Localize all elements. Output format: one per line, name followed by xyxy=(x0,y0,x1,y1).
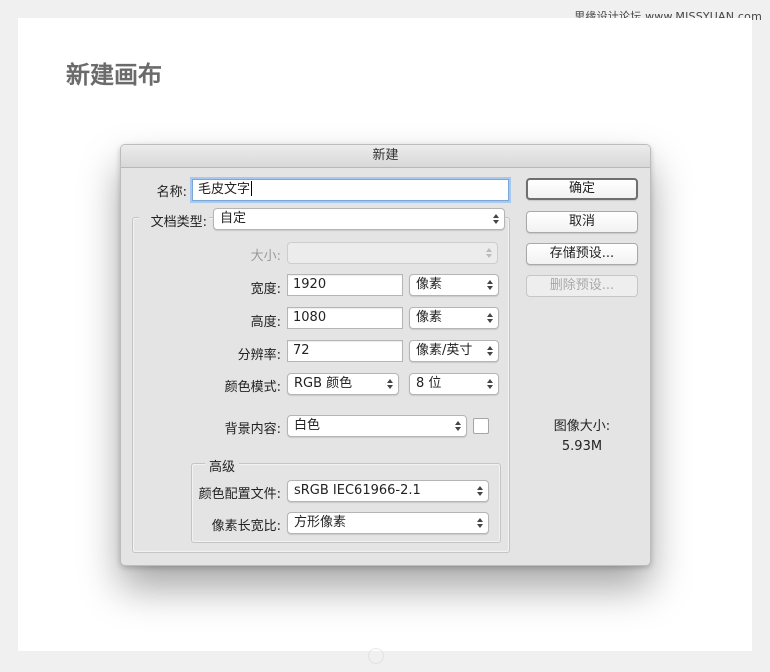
color-mode-select[interactable]: RGB 颜色 xyxy=(287,373,399,395)
background-value: 白色 xyxy=(294,418,321,433)
save-preset-button[interactable]: 存储预设... xyxy=(526,243,638,265)
size-select[interactable] xyxy=(287,242,498,264)
faint-circle-icon xyxy=(368,648,384,664)
image-size-value: 5.93M xyxy=(561,439,603,454)
name-label: 名称: xyxy=(156,185,187,200)
pixel-aspect-value: 方形像素 xyxy=(294,515,347,530)
color-mode-label: 颜色模式: xyxy=(224,380,281,395)
select-arrows-icon xyxy=(476,484,484,498)
width-unit-value: 像素 xyxy=(416,277,443,292)
color-mode-value: RGB 颜色 xyxy=(294,376,353,391)
select-arrows-icon xyxy=(492,212,500,226)
color-profile-label: 颜色配置文件: xyxy=(198,487,281,502)
height-unit-value: 像素 xyxy=(416,310,443,325)
resolution-unit-value: 像素/英寸 xyxy=(416,343,473,358)
bit-depth-value: 8 位 xyxy=(416,376,442,391)
select-arrows-icon xyxy=(386,377,394,391)
dialog-title: 新建 xyxy=(121,145,650,168)
color-profile-value: sRGB IEC61966-2.1 xyxy=(294,483,421,498)
select-arrows-icon xyxy=(486,377,494,391)
name-input[interactable]: 毛皮文字 xyxy=(192,179,509,201)
doc-type-label: 文档类型: xyxy=(139,211,209,230)
select-arrows-icon xyxy=(476,516,484,530)
pixel-aspect-label: 像素长宽比: xyxy=(211,519,281,534)
background-color-swatch[interactable] xyxy=(473,418,489,434)
select-arrows-icon xyxy=(486,311,494,325)
bit-depth-select[interactable]: 8 位 xyxy=(409,373,499,395)
ok-button[interactable]: 确定 xyxy=(526,178,638,200)
pixel-aspect-select[interactable]: 方形像素 xyxy=(287,512,489,534)
height-unit-select[interactable]: 像素 xyxy=(409,307,499,329)
select-arrows-icon xyxy=(454,419,462,433)
delete-preset-button[interactable]: 删除预设... xyxy=(526,275,638,297)
height-input[interactable]: 1080 xyxy=(287,307,403,329)
text-caret xyxy=(251,181,253,196)
image-size-label: 图像大小: xyxy=(553,419,611,434)
resolution-input[interactable]: 72 xyxy=(287,340,403,362)
select-arrows-icon xyxy=(485,246,493,260)
background-label: 背景内容: xyxy=(224,422,281,437)
name-input-value: 毛皮文字 xyxy=(198,182,251,197)
advanced-label: 高级 xyxy=(205,456,240,475)
resolution-label: 分辨率: xyxy=(237,348,281,363)
doc-type-select[interactable]: 自定 xyxy=(213,208,505,230)
width-input[interactable]: 1920 xyxy=(287,274,403,296)
width-label: 宽度: xyxy=(250,282,281,297)
size-label: 大小: xyxy=(250,249,281,264)
background-select[interactable]: 白色 xyxy=(287,415,467,437)
page-heading: 新建画布 xyxy=(66,61,162,89)
resolution-unit-select[interactable]: 像素/英寸 xyxy=(409,340,499,362)
height-label: 高度: xyxy=(250,315,281,330)
new-document-dialog: 新建 名称: 毛皮文字 文档类型: 自定 大小: 宽度: 1920 像素 高度:… xyxy=(120,144,651,566)
width-unit-select[interactable]: 像素 xyxy=(409,274,499,296)
select-arrows-icon xyxy=(486,344,494,358)
doc-type-value: 自定 xyxy=(220,211,247,226)
select-arrows-icon xyxy=(486,278,494,292)
cancel-button[interactable]: 取消 xyxy=(526,211,638,233)
color-profile-select[interactable]: sRGB IEC61966-2.1 xyxy=(287,480,489,502)
